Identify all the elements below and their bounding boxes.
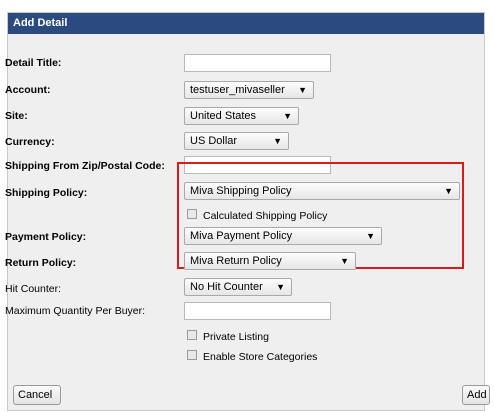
store-categories-checkbox[interactable] [187, 350, 197, 360]
currency-label: Currency: [5, 136, 55, 148]
max-quantity-input[interactable] [184, 302, 331, 320]
currency-value: US Dollar [190, 135, 238, 147]
chevron-down-icon: ▼ [276, 282, 285, 292]
shipping-policy-select[interactable]: Miva Shipping Policy ▼ [184, 182, 460, 200]
shipping-policy-value: Miva Shipping Policy [190, 185, 292, 197]
site-label: Site: [5, 110, 28, 122]
zip-label: Shipping From Zip/Postal Code: [5, 160, 165, 172]
payment-policy-label: Payment Policy: [5, 231, 87, 243]
chevron-down-icon: ▼ [283, 111, 292, 121]
return-policy-value: Miva Return Policy [190, 255, 282, 267]
account-label: Account: [5, 84, 51, 96]
dialog-header: Add Detail [8, 13, 484, 34]
detail-title-label: Detail Title: [5, 57, 62, 69]
chevron-down-icon: ▼ [273, 136, 282, 146]
chevron-down-icon: ▼ [340, 256, 349, 266]
hit-counter-label: Hit Counter: [5, 283, 62, 295]
cancel-button[interactable]: Cancel [13, 385, 61, 405]
calculated-shipping-checkbox[interactable] [187, 209, 197, 219]
hit-counter-value: No Hit Counter [190, 281, 263, 293]
add-button[interactable]: Add [462, 385, 490, 405]
chevron-down-icon: ▼ [366, 231, 375, 241]
private-listing-label: Private Listing [203, 331, 269, 343]
max-quantity-label: Maximum Quantity Per Buyer: [5, 305, 146, 317]
calculated-shipping-label: Calculated Shipping Policy [203, 210, 328, 222]
currency-select[interactable]: US Dollar ▼ [184, 132, 289, 150]
private-listing-checkbox[interactable] [187, 330, 197, 340]
chevron-down-icon: ▼ [298, 85, 307, 95]
account-select[interactable]: testuser_mivaseller ▼ [184, 81, 314, 99]
return-policy-select[interactable]: Miva Return Policy ▼ [184, 252, 356, 270]
shipping-policy-label: Shipping Policy: [5, 187, 88, 199]
site-value: United States [190, 110, 257, 122]
hit-counter-select[interactable]: No Hit Counter ▼ [184, 278, 292, 296]
account-value: testuser_mivaseller [190, 84, 285, 96]
detail-title-input[interactable] [184, 54, 331, 72]
return-policy-label: Return Policy: [5, 257, 77, 269]
chevron-down-icon: ▼ [444, 186, 453, 196]
site-select[interactable]: United States ▼ [184, 107, 299, 125]
dialog-title: Add Detail [13, 17, 68, 29]
payment-policy-value: Miva Payment Policy [190, 230, 293, 242]
payment-policy-select[interactable]: Miva Payment Policy ▼ [184, 227, 382, 245]
store-categories-label: Enable Store Categories [203, 351, 318, 363]
